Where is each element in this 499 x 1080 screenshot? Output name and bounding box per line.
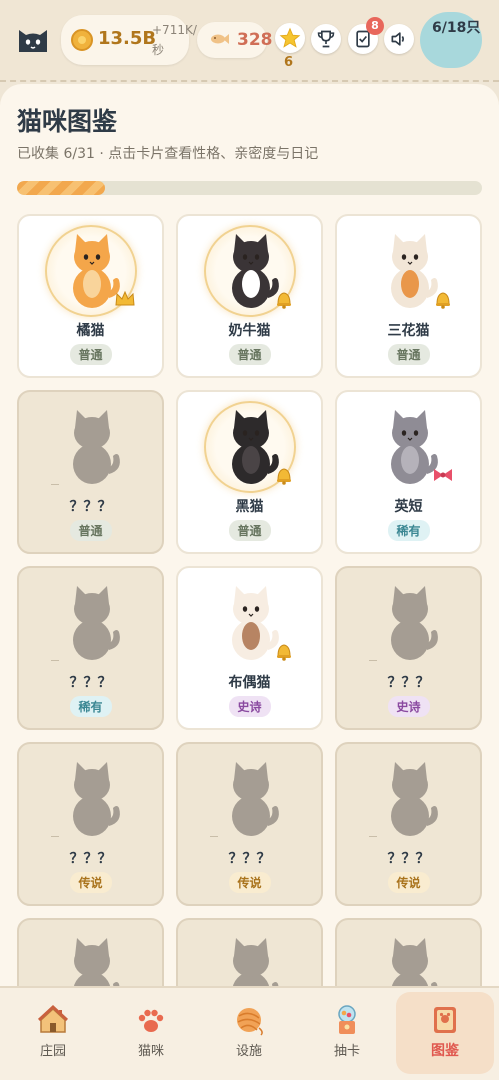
cat-card[interactable]: 奶牛猫 普通 <box>176 214 323 378</box>
cat-name: ？？？ <box>69 499 112 515</box>
star-count: 6 <box>284 55 294 70</box>
rarity-badge: 传说 <box>387 872 430 893</box>
cat-name: 奶牛猫 <box>228 323 271 339</box>
rarity-badge: 传说 <box>69 872 112 893</box>
yarn-ball-icon <box>237 1008 263 1036</box>
rarity-badge: 普通 <box>228 520 271 541</box>
cat-card[interactable]: ？？？ 稀有 <box>17 566 164 730</box>
cat-card[interactable]: ？？？ 传说 <box>17 742 164 906</box>
cat-name: ？？？ <box>69 675 112 691</box>
cat-name: 布偶猫 <box>228 675 271 691</box>
gacha-machine-icon <box>338 1005 356 1034</box>
trophy-icon <box>317 30 335 48</box>
rarity-badge: 史诗 <box>387 696 430 717</box>
nav-label: 抽卡 <box>333 1044 360 1059</box>
collection-progress-bar <box>17 181 482 195</box>
nav-label: 庄园 <box>39 1044 66 1059</box>
rarity-badge: 史诗 <box>228 696 271 717</box>
nav-item-house[interactable]: 庄园 <box>4 992 102 1074</box>
page-subtitle: 已收集 6/31 · 点击卡片查看性格、亲密度与日记 <box>17 146 319 162</box>
cat-count-bubble[interactable]: 6/18只 <box>420 12 482 68</box>
page-title: 猫咪图鉴 <box>17 107 118 136</box>
rarity-badge: 普通 <box>228 344 271 365</box>
cat-card[interactable]: 黑猫 普通 <box>176 390 323 554</box>
crown-icon <box>115 290 135 306</box>
cat-name: ？？？ <box>387 675 430 691</box>
bell-icon <box>277 644 291 661</box>
star-button[interactable] <box>275 23 305 53</box>
top-bar: 13.5B +711K/秒 328 6 8 6/18只 <box>0 0 499 80</box>
cat-card[interactable]: ？？？ 史诗 <box>335 566 482 730</box>
rarity-badge: 普通 <box>69 520 112 541</box>
cat-name: 橘猫 <box>76 323 105 339</box>
shadow-dash <box>51 660 59 661</box>
rarity-badge: 普通 <box>69 344 112 365</box>
coin-rate: +711K/秒 <box>152 23 197 57</box>
rarity-badge: 普通 <box>387 344 430 365</box>
speaker-icon <box>391 32 404 46</box>
nav-label: 猫咪 <box>137 1044 164 1059</box>
house-icon <box>37 1004 69 1033</box>
sound-button[interactable] <box>384 24 414 54</box>
cat-silhouette-icon <box>391 762 438 836</box>
bow-icon <box>434 469 452 481</box>
cat-name: 三花猫 <box>387 323 430 339</box>
cat-name: ？？？ <box>69 851 112 867</box>
header-divider <box>0 80 499 82</box>
cat-card[interactable]: ？？？ 传说 <box>335 742 482 906</box>
nav-item-book[interactable]: 图鉴 <box>396 992 494 1074</box>
bell-icon <box>436 292 450 309</box>
tasks-badge: 8 <box>366 17 384 35</box>
book-icon <box>434 1007 456 1033</box>
shadow-dash <box>51 484 59 485</box>
paw-coin-icon <box>71 29 93 51</box>
cat-card[interactable]: ？？？ 传说 <box>176 742 323 906</box>
bottom-nav: 庄园 猫咪 设施 抽卡 图鉴 <box>0 986 499 1080</box>
shadow-dash <box>51 836 59 837</box>
cat-name: 英短 <box>394 499 423 515</box>
cat-silhouette-icon <box>73 586 120 660</box>
nav-item-paw[interactable]: 猫咪 <box>102 992 200 1074</box>
fish-value: 328 <box>237 30 273 50</box>
cat-card-grid: 橘猫 普通 奶牛猫 普通 三花猫 普通？？？ 普通 黑猫 普通 英短 稀有？？？ 稀有 布偶猫 史诗？？？… <box>17 214 482 1004</box>
trophy-button[interactable] <box>311 24 341 54</box>
coin-value: 13.5B <box>98 28 157 49</box>
nav-label: 设施 <box>235 1044 262 1059</box>
bell-icon <box>277 292 291 309</box>
star-icon <box>279 27 301 48</box>
cat-logo-icon[interactable] <box>16 22 50 56</box>
nav-label: 图鉴 <box>431 1043 459 1059</box>
nav-item-yarn-ball[interactable]: 设施 <box>200 992 298 1074</box>
fish-balance[interactable]: 328 <box>197 22 273 58</box>
cat-silhouette-icon <box>73 762 120 836</box>
cat-silhouette-icon <box>391 586 438 660</box>
nav-item-gacha-machine[interactable]: 抽卡 <box>298 992 396 1074</box>
shadow-dash <box>210 836 218 837</box>
cat-silhouette-icon <box>232 762 279 836</box>
rarity-badge: 稀有 <box>69 696 112 717</box>
rarity-badge: 传说 <box>228 872 271 893</box>
collection-panel: 猫咪图鉴 已收集 6/31 · 点击卡片查看性格、亲密度与日记 橘猫 普通 奶牛猫普… <box>0 84 499 1004</box>
cat-name: ？？？ <box>228 851 271 867</box>
rarity-badge: 稀有 <box>387 520 430 541</box>
fish-icon <box>211 34 229 44</box>
paw-icon <box>138 1009 164 1032</box>
cat-card[interactable]: 英短 稀有 <box>335 390 482 554</box>
coin-balance[interactable]: 13.5B +711K/秒 <box>61 15 197 65</box>
cat-name: ？？？ <box>387 851 430 867</box>
shadow-dash <box>369 660 377 661</box>
shadow-dash <box>369 836 377 837</box>
cat-card[interactable]: 橘猫 普通 <box>17 214 164 378</box>
cat-name: 黑猫 <box>235 499 264 515</box>
bell-icon <box>277 468 291 485</box>
cat-card[interactable]: 布偶猫 史诗 <box>176 566 323 730</box>
collection-progress-fill <box>17 181 106 195</box>
cat-card[interactable]: ？？？ 普通 <box>17 390 164 554</box>
cat-silhouette-icon <box>73 410 120 484</box>
cat-card[interactable]: 三花猫 普通 <box>335 214 482 378</box>
